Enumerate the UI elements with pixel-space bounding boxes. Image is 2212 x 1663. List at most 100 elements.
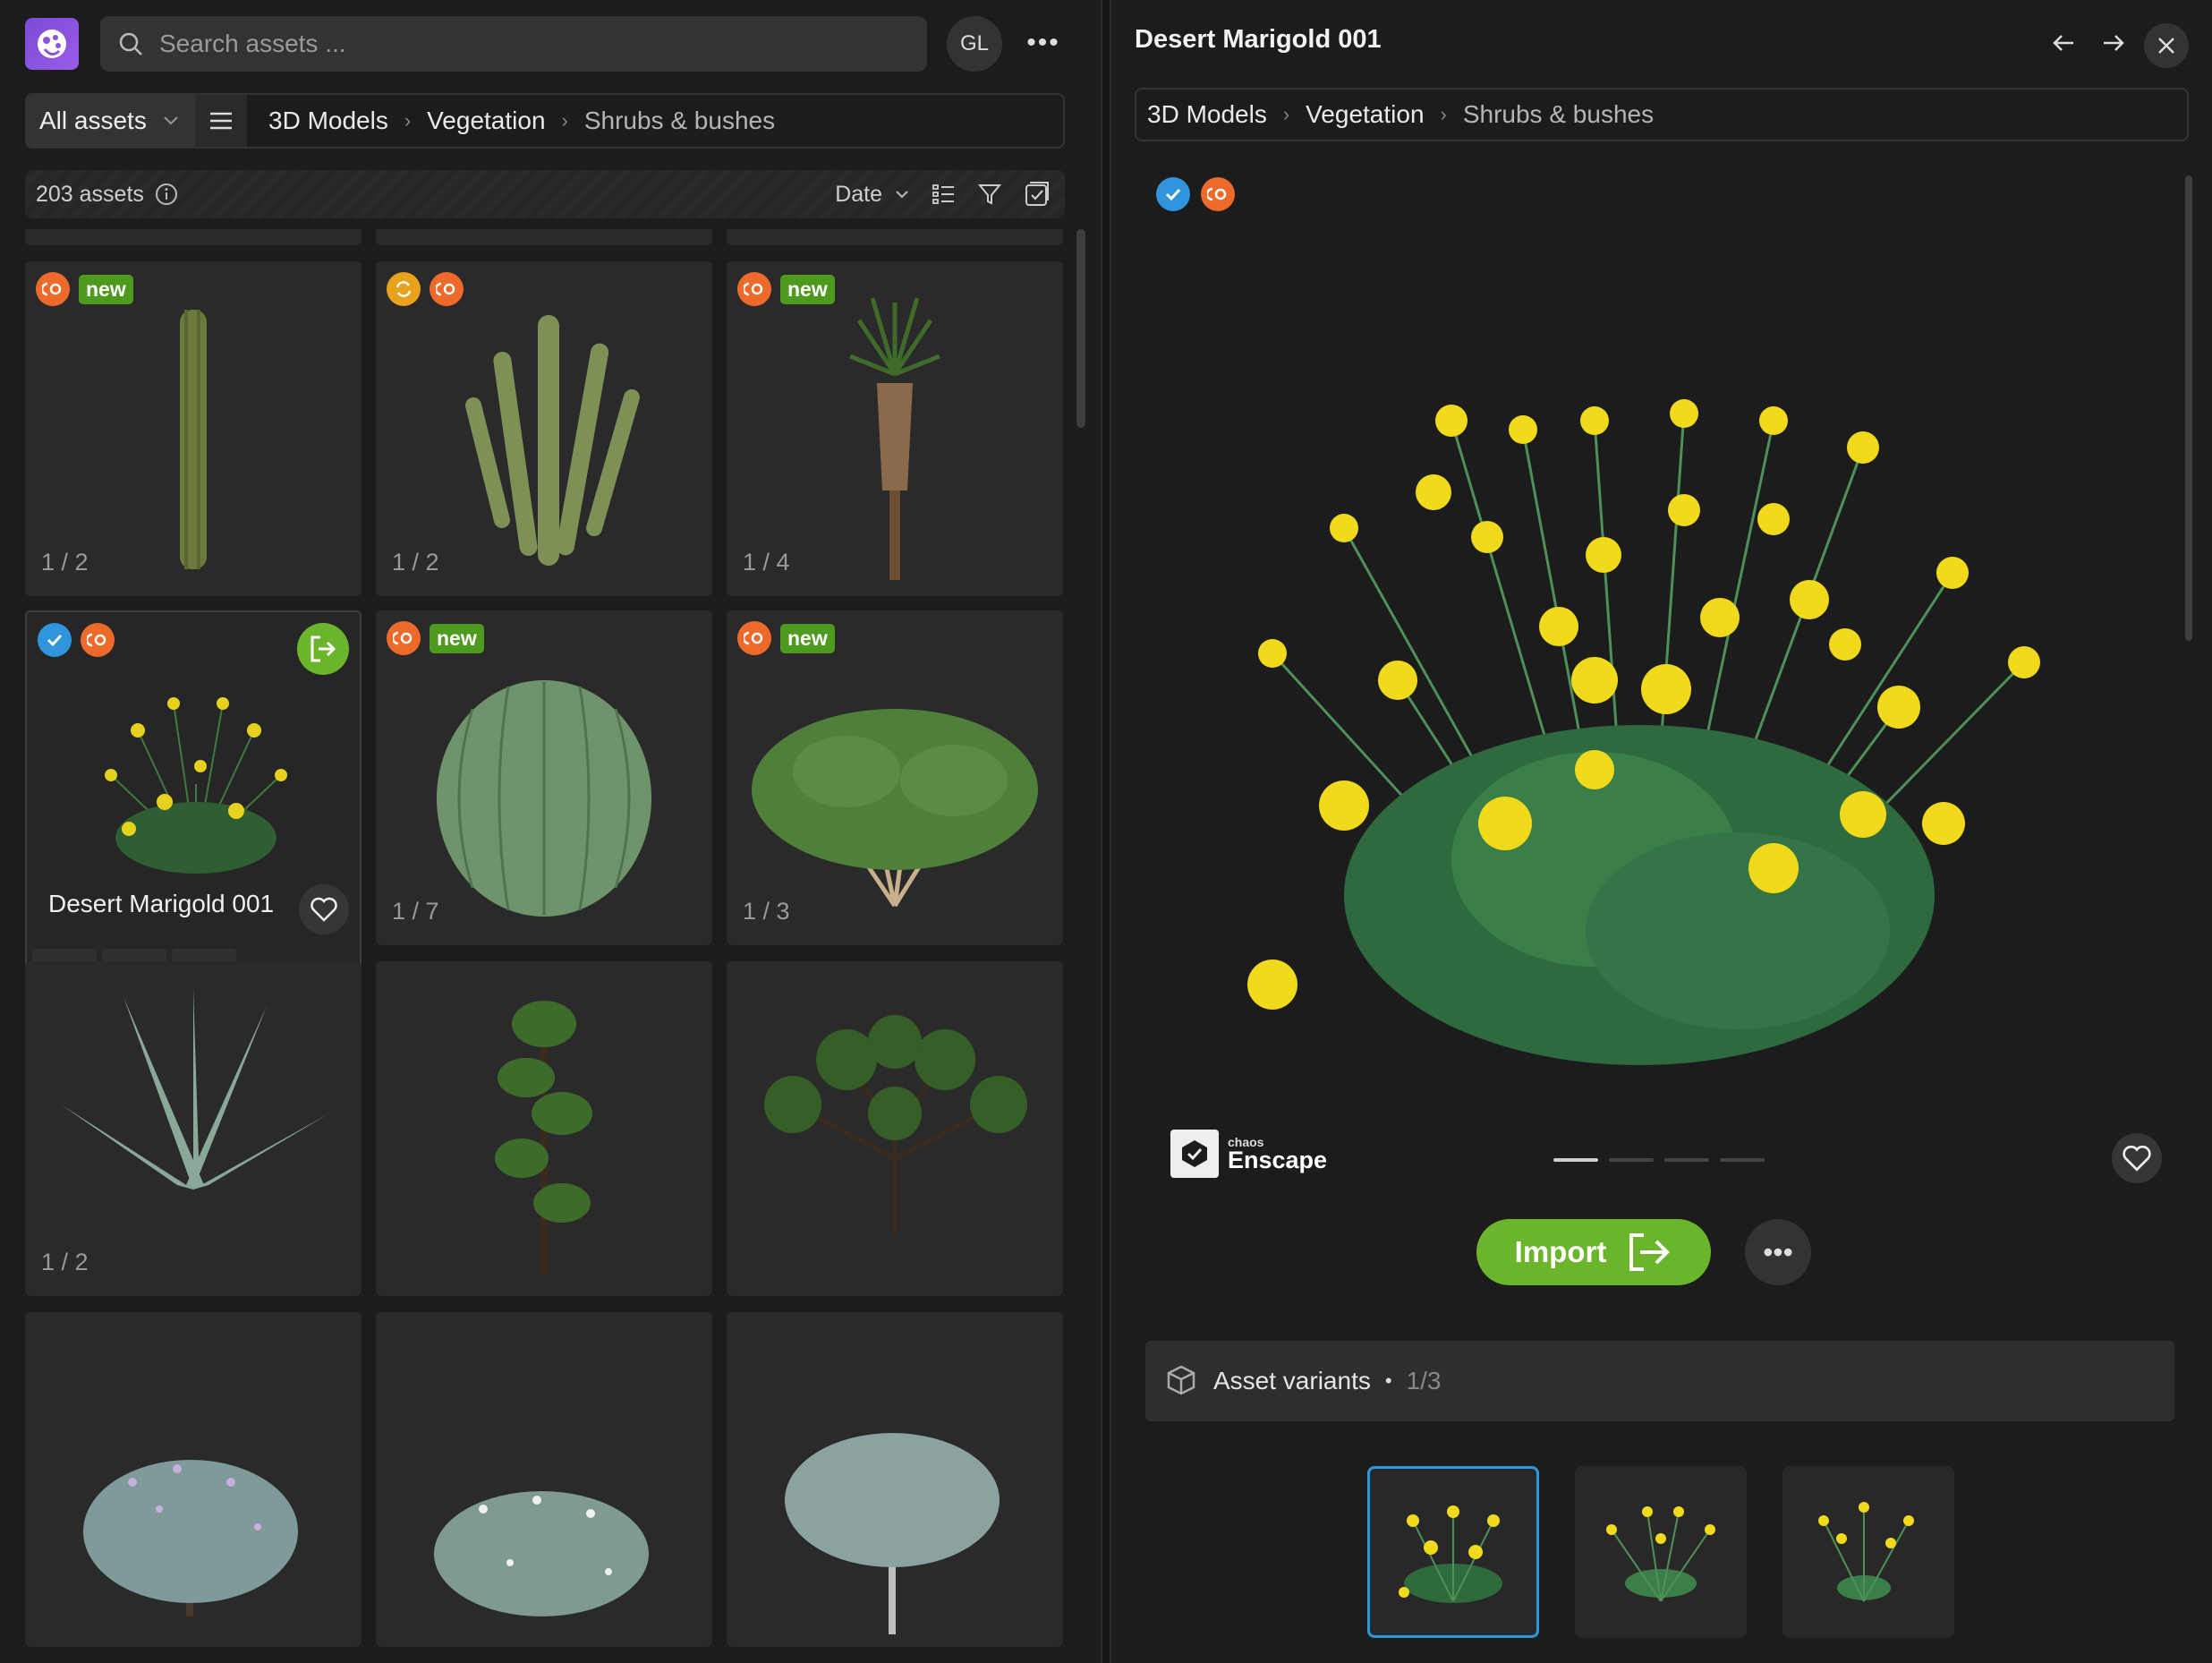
next-asset-button[interactable] (2094, 23, 2133, 63)
enscape-icon (387, 621, 421, 655)
quick-import-button[interactable] (297, 623, 349, 675)
organ-pipe-cactus-image (465, 315, 640, 566)
asset-card[interactable] (376, 229, 712, 245)
variant-count: 1 / 3 (743, 898, 790, 925)
asset-variants-header[interactable]: Asset variants • 1/3 (1145, 1341, 2174, 1421)
asset-card[interactable] (376, 1312, 712, 1647)
carousel-dot[interactable] (1720, 1158, 1765, 1162)
variant-count: 1 / 7 (392, 898, 439, 925)
breadcrumb-shrubs[interactable]: Shrubs & bushes (1463, 100, 1654, 129)
variant-thumbnail[interactable] (1575, 1466, 1747, 1638)
close-icon (2158, 38, 2174, 54)
panel-divider[interactable] (1101, 0, 1111, 1663)
category-menu-icon[interactable] (195, 95, 247, 147)
asset-card[interactable]: new 1 / 3 (727, 610, 1063, 945)
enscape-logo-icon (1170, 1130, 1219, 1178)
variant-count: 1 / 2 (41, 1249, 89, 1275)
asset-card[interactable] (376, 961, 712, 1296)
variant-thumbnail[interactable] (1782, 1466, 1954, 1638)
variant-count: 1 / 4 (743, 549, 790, 576)
variants-label: Asset variants (1213, 1367, 1371, 1394)
search-bar[interactable] (100, 16, 927, 72)
asset-browser-panel: GL ••• All assets 3D Models › Vegetation… (0, 0, 1101, 1663)
breadcrumb-3d-models[interactable]: 3D Models (1147, 100, 1267, 129)
new-badge: new (780, 274, 835, 304)
asset-card[interactable]: 1 / 2 (25, 961, 362, 1296)
all-assets-label: All assets (39, 107, 147, 134)
arrow-left-icon (2053, 35, 2073, 51)
detail-title: Desert Marigold 001 (1135, 25, 1382, 54)
enscape-icon (737, 272, 771, 306)
white-flowering-shrub-image (434, 1491, 649, 1616)
sync-icon (387, 272, 421, 306)
results-status-bar: 203 assets Date (25, 170, 1065, 218)
variant-count: 1 / 2 (41, 549, 89, 576)
asset-card[interactable] (25, 229, 362, 245)
enscape-icon (81, 623, 115, 657)
asset-card[interactable] (727, 229, 1063, 245)
asset-card[interactable] (727, 1312, 1063, 1647)
asset-card[interactable]: new 1 / 2 (25, 261, 362, 596)
downloaded-check-icon (1156, 177, 1190, 211)
breadcrumb-vegetation[interactable]: Vegetation (1306, 100, 1424, 129)
asset-card[interactable] (727, 961, 1063, 1296)
asset-card[interactable]: new 1 / 4 (727, 261, 1063, 596)
sort-dropdown[interactable]: Date (835, 182, 909, 208)
grid-scrollbar[interactable] (1076, 229, 1085, 428)
more-actions-button[interactable]: ••• (1745, 1219, 1811, 1285)
flowering-shrub-image (83, 1460, 298, 1616)
asset-detail-panel: Desert Marigold 001 3D Models › Vegetati… (1111, 0, 2212, 1663)
previous-asset-button[interactable] (2044, 23, 2083, 63)
barrel-cactus-image (437, 680, 651, 917)
brand-name: Enscape (1228, 1146, 1328, 1173)
agave-plant-image (61, 988, 329, 1190)
cube-icon (1167, 1365, 1195, 1395)
search-icon (119, 32, 142, 55)
select-checkbox-icon[interactable] (1024, 181, 1051, 208)
sort-order-icon[interactable] (931, 182, 956, 207)
chevron-right-icon: › (561, 109, 568, 132)
variants-count: 1/3 (1406, 1367, 1442, 1394)
detail-breadcrumb: 3D Models › Vegetation › Shrubs & bushes (1135, 88, 2189, 141)
info-icon[interactable] (155, 183, 178, 206)
image-carousel-dots[interactable] (1553, 1158, 1765, 1162)
breadcrumb-vegetation[interactable]: Vegetation (427, 107, 545, 135)
breadcrumb-3d-models[interactable]: 3D Models (268, 107, 388, 135)
detail-scrollbar[interactable] (2185, 175, 2192, 641)
favorite-button[interactable] (2112, 1133, 2162, 1183)
import-label: Import (1514, 1235, 1607, 1268)
import-button[interactable]: Import (1476, 1219, 1711, 1285)
breadcrumb-shrubs[interactable]: Shrubs & bushes (584, 107, 775, 135)
chevron-right-icon: › (1440, 103, 1447, 125)
app-logo-icon[interactable] (25, 18, 79, 70)
desert-shrub-image (752, 709, 1038, 908)
filter-icon[interactable] (977, 182, 1002, 207)
variant-count: 1 / 2 (392, 549, 439, 576)
user-avatar[interactable]: GL (947, 16, 1002, 72)
variant-thumbnail-selected[interactable] (1367, 1466, 1539, 1638)
enscape-icon (36, 272, 70, 306)
search-input[interactable] (159, 30, 875, 58)
asset-card[interactable] (25, 1312, 362, 1647)
heart-icon (2123, 1145, 2151, 1172)
all-assets-dropdown[interactable]: All assets (27, 95, 195, 147)
downloaded-check-icon (38, 623, 72, 657)
yucca-tree-image (849, 297, 940, 580)
asset-preview-image (1247, 399, 2040, 1065)
carousel-dot[interactable] (1664, 1158, 1709, 1162)
arrow-right-icon (2104, 35, 2124, 51)
carousel-dot[interactable] (1609, 1158, 1654, 1162)
enscape-branding: chaos Enscape (1170, 1130, 1327, 1178)
asset-card[interactable]: 1 / 2 (376, 261, 712, 596)
sort-label: Date (835, 181, 882, 207)
favorite-button[interactable] (299, 884, 349, 934)
close-button[interactable] (2144, 23, 2189, 68)
asset-card[interactable]: new 1 / 7 (376, 610, 712, 945)
cloud-pruned-tree-image (764, 1015, 1027, 1234)
carousel-dot[interactable] (1553, 1158, 1598, 1162)
new-badge: new (780, 623, 835, 653)
import-arrow-icon (311, 635, 336, 662)
more-options-icon[interactable]: ••• (1020, 21, 1067, 64)
bullet-separator: • (1384, 1369, 1392, 1392)
breadcrumb: 3D Models › Vegetation › Shrubs & bushes (247, 107, 775, 135)
